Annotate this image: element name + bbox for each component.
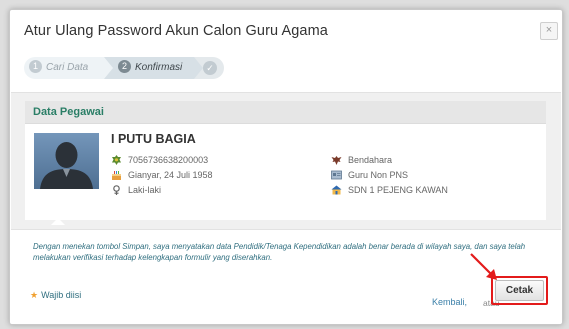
panel-header: Data Pegawai	[25, 101, 546, 124]
required-label: Wajib diisi	[41, 290, 82, 300]
close-icon: ×	[545, 24, 553, 36]
step-konfirmasi: 2 Konfirmasi	[104, 57, 203, 79]
nuptk-value: 7056736638200003	[128, 155, 209, 165]
position-value: Bendahara	[348, 155, 393, 165]
status-field: Guru Non PNS	[331, 170, 408, 182]
panel-pointer	[51, 218, 65, 225]
gender-icon	[111, 184, 122, 195]
employee-name: I PUTU BAGIA	[111, 132, 196, 146]
step-label: Cari Data	[46, 62, 89, 73]
avatar-silhouette-icon	[34, 133, 99, 189]
step-cari-data[interactable]: 1 Cari Data	[24, 57, 113, 79]
badge-icon	[111, 154, 122, 165]
school-field: SDN 1 PEJENG KAWAN	[331, 185, 448, 197]
employee-photo	[34, 133, 99, 189]
nuptk-field: 7056736638200003	[111, 154, 209, 167]
school-icon	[331, 185, 342, 195]
dialog-title: Atur Ulang Password Akun Calon Guru Agam…	[24, 23, 328, 39]
position-field: Bendahara	[331, 155, 392, 167]
step-label: Konfirmasi	[135, 62, 183, 73]
star-icon: ★	[30, 290, 39, 300]
eagle-icon	[331, 155, 342, 165]
content-area: Data Pegawai I PUTU BAGIA 70567366382000…	[11, 92, 561, 230]
step-number: 1	[29, 59, 42, 73]
gender-field: Laki-laki	[111, 184, 162, 197]
close-button[interactable]: ×	[540, 22, 558, 40]
card-icon	[331, 170, 342, 180]
print-button[interactable]: Cetak	[495, 280, 544, 301]
wizard-steps: 1 Cari Data 2 Konfirmasi ✓	[24, 57, 224, 79]
cake-icon	[111, 170, 122, 180]
birth-field: Gianyar, 24 Juli 1958	[111, 170, 213, 182]
school-value: SDN 1 PEJENG KAWAN	[348, 185, 448, 195]
step-number: 2	[118, 59, 131, 73]
section-title: Data Pegawai	[33, 106, 104, 118]
check-icon: ✓	[203, 61, 217, 75]
employee-panel: Data Pegawai I PUTU BAGIA 70567366382000…	[25, 101, 546, 220]
back-link[interactable]: Kembali,	[432, 297, 467, 307]
birth-value: Gianyar, 24 Juli 1958	[128, 170, 213, 180]
status-value: Guru Non PNS	[348, 170, 409, 180]
required-legend: ★ Wajib diisi	[30, 290, 81, 301]
gender-value: Laki-laki	[128, 185, 162, 195]
